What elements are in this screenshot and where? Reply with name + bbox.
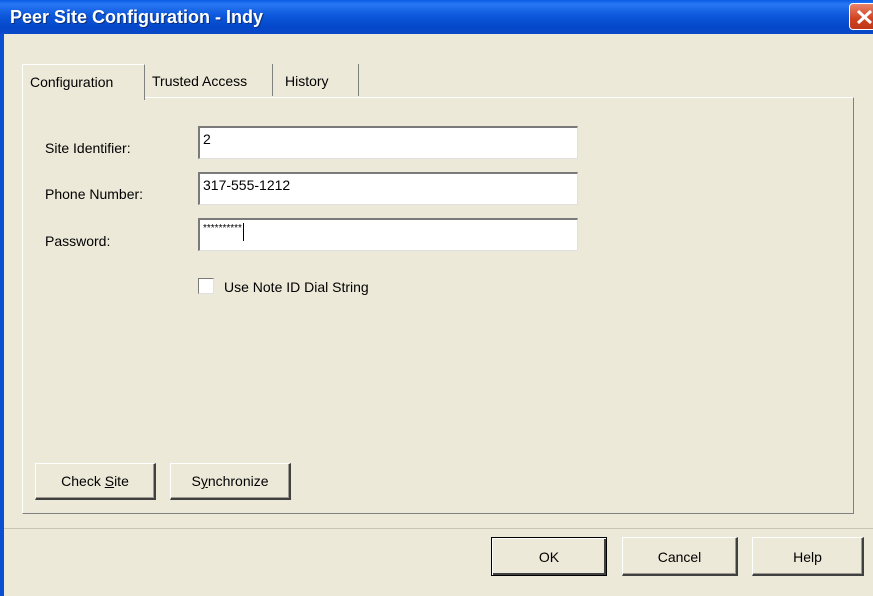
tab-configuration[interactable]: Configuration	[22, 64, 145, 100]
site-identifier-value: 2	[203, 131, 211, 147]
phone-number-value: 317-555-1212	[203, 177, 291, 193]
synchronize-label-mnemonic: y	[200, 473, 208, 489]
configuration-panel	[22, 97, 854, 514]
cancel-button[interactable]: Cancel	[622, 537, 738, 576]
password-field[interactable]: **********	[198, 218, 578, 251]
phone-number-field[interactable]: 317-555-1212	[198, 172, 578, 205]
help-button[interactable]: Help	[752, 537, 864, 576]
password-value: **********	[203, 223, 242, 234]
footer-divider	[4, 528, 873, 531]
synchronize-button[interactable]: Synchronize	[170, 463, 291, 500]
site-identifier-field[interactable]: 2	[198, 126, 578, 159]
ok-button[interactable]: OK	[491, 537, 607, 576]
title-bar: Peer Site Configuration - Indy	[0, 0, 873, 34]
password-label: Password:	[45, 233, 111, 249]
help-label: Help	[793, 549, 822, 565]
tab-label: History	[285, 73, 329, 89]
use-note-id-label[interactable]: Use Note ID Dial String	[224, 279, 369, 295]
ok-label: OK	[538, 549, 560, 565]
text-caret	[242, 223, 244, 242]
cancel-label: Cancel	[657, 549, 702, 565]
close-icon	[856, 9, 873, 25]
synchronize-label-pre: S	[191, 473, 201, 489]
window-border	[0, 34, 4, 596]
check-site-label-pre: Check	[61, 473, 105, 489]
use-note-id-checkbox[interactable]	[198, 278, 214, 294]
tab-label: Trusted Access	[152, 73, 248, 89]
check-site-label-mnemonic: S	[104, 473, 115, 489]
check-site-label-post: ite	[114, 473, 129, 489]
tab-trusted-access[interactable]: Trusted Access	[148, 64, 273, 96]
synchronize-label-post: nchronize	[207, 473, 269, 489]
phone-number-label: Phone Number:	[45, 186, 144, 202]
site-identifier-label: Site Identifier:	[45, 140, 131, 156]
window-title: Peer Site Configuration - Indy	[10, 7, 264, 27]
tab-history[interactable]: History	[279, 64, 359, 96]
check-site-button[interactable]: Check Site	[35, 463, 156, 500]
close-button[interactable]	[849, 3, 873, 30]
tab-label: Configuration	[30, 74, 114, 90]
